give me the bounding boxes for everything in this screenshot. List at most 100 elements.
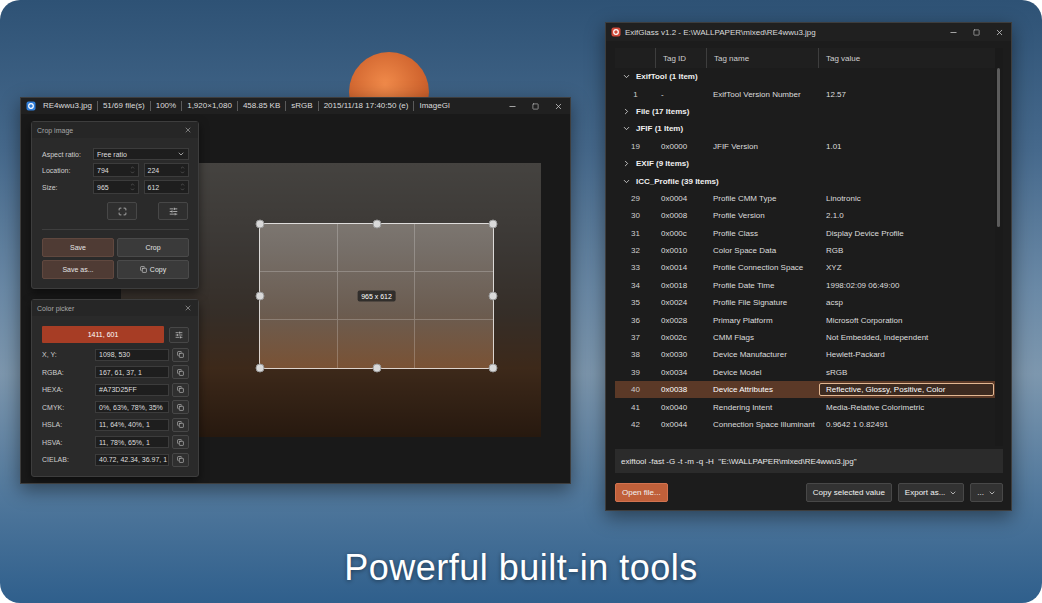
- crop-grid-cell: [260, 272, 338, 320]
- open-file-button[interactable]: Open file...: [615, 483, 668, 502]
- table-row[interactable]: 400x0038Device AttributesReflective, Glo…: [615, 381, 995, 398]
- title-field: 100%: [150, 101, 181, 111]
- close-icon[interactable]: [184, 304, 192, 312]
- copy-button[interactable]: [172, 435, 189, 449]
- spin-input[interactable]: 794: [93, 163, 139, 177]
- header-cell[interactable]: Tag ID: [656, 48, 707, 68]
- maximize-button[interactable]: [524, 103, 547, 110]
- tag-id-cell: 0x0014: [656, 263, 707, 272]
- copy-button[interactable]: [172, 400, 189, 414]
- fit-button[interactable]: [107, 202, 137, 220]
- header-cell[interactable]: Tag value: [819, 48, 995, 68]
- action-button[interactable]: ...: [970, 483, 1003, 502]
- table-row[interactable]: 350x0024Profile File Signatureacsp: [615, 294, 995, 311]
- color-row: CIELAB:40.72, 42.34, 36.97, 1: [42, 452, 189, 467]
- spin-arrows[interactable]: [180, 165, 185, 175]
- table-row[interactable]: 320x0010Color Space DataRGB: [615, 242, 995, 259]
- panel-button[interactable]: Save: [42, 238, 114, 257]
- table-row[interactable]: 410x0040Rendering IntentMedia-Relative C…: [615, 398, 995, 415]
- button-bar: Open file... Copy selected value Export as…: [615, 483, 1003, 502]
- table-row[interactable]: 420x0044Connection Space Illuminant0.964…: [615, 416, 995, 433]
- close-icon[interactable]: [184, 126, 192, 134]
- color-value-field[interactable]: 40.72, 42.34, 36.97, 1: [95, 454, 169, 466]
- spin-arrows[interactable]: [130, 165, 135, 175]
- group-row[interactable]: ExifTool (1 Item): [615, 68, 995, 85]
- spin-input[interactable]: 965: [93, 180, 139, 194]
- table-row[interactable]: 290x0004Profile CMM TypeLinotronic: [615, 190, 995, 207]
- tag-id-cell: 0x0028: [656, 316, 707, 325]
- crop-handle[interactable]: [489, 220, 498, 229]
- action-button[interactable]: Copy selected value: [806, 483, 892, 502]
- group-row[interactable]: ICC_Profile (39 Items): [615, 172, 995, 189]
- color-value-field[interactable]: 167, 61, 37, 1: [95, 366, 169, 378]
- table-row[interactable]: 300x0008Profile Version2.1.0: [615, 207, 995, 224]
- aspect-dropdown[interactable]: Free ratio: [93, 148, 189, 160]
- scrollbar[interactable]: [995, 48, 1003, 446]
- viewer-canvas: 965 x 612Crop imageAspect ratio:Free rat…: [21, 114, 570, 483]
- table-row[interactable]: 340x0018Profile Date Time1998:02:09 06:4…: [615, 277, 995, 294]
- panel-button[interactable]: Save as...: [42, 260, 114, 279]
- copy-button[interactable]: [172, 383, 189, 397]
- table-row[interactable]: 380x0030Device ManufacturerHewlett-Packa…: [615, 346, 995, 363]
- scrollbar-thumb[interactable]: [997, 68, 1000, 227]
- table-row[interactable]: 1-ExifTool Version Number12.57: [615, 85, 995, 102]
- crop-handle[interactable]: [489, 364, 498, 373]
- color-value-field[interactable]: 0%, 63%, 78%, 35%: [95, 401, 169, 413]
- color-value-field[interactable]: #A73D25FF: [95, 384, 169, 396]
- tag-id-cell: -: [656, 90, 707, 99]
- table-row[interactable]: 190x0000JFIF Version1.01: [615, 138, 995, 155]
- table-row[interactable]: 390x0034Device ModelsRGB: [615, 364, 995, 381]
- tag-table-frame: Tag IDTag nameTag valueExifTool (1 Item)…: [615, 48, 1003, 446]
- panel-button[interactable]: Copy: [117, 260, 189, 279]
- crop-handle[interactable]: [256, 220, 265, 229]
- group-row[interactable]: JFIF (1 Item): [615, 120, 995, 137]
- table-row[interactable]: 310x000cProfile ClassDisplay Device Prof…: [615, 225, 995, 242]
- tag-value-cell: 12.57: [819, 88, 994, 101]
- tag-value-cell: Not Embedded, Independent: [819, 331, 994, 344]
- crop-selection[interactable]: 965 x 612: [259, 223, 494, 369]
- crop-handle[interactable]: [372, 220, 381, 229]
- group-row[interactable]: File (17 Items): [615, 103, 995, 120]
- color-picker-panel: Color picker1411, 601X, Y:1098, 530RGBA:…: [31, 299, 199, 477]
- copy-icon: [177, 439, 184, 446]
- maximize-button[interactable]: [965, 29, 988, 36]
- color-value-field[interactable]: 11, 78%, 65%, 1: [95, 436, 169, 448]
- spin-arrows[interactable]: [130, 182, 135, 192]
- tag-name-cell: JFIF Version: [707, 142, 819, 151]
- copy-button[interactable]: [172, 365, 189, 379]
- copy-button[interactable]: [172, 348, 189, 362]
- table-row[interactable]: 370x002cCMM FlagsNot Embedded, Independe…: [615, 329, 995, 346]
- table-row[interactable]: 330x0014Profile Connection SpaceXYZ: [615, 259, 995, 276]
- command-box[interactable]: exiftool -fast -G -t -m -q -H "E:\WALLPA…: [615, 449, 1003, 473]
- settings-button[interactable]: [158, 202, 188, 220]
- color-value-field[interactable]: 1098, 530: [95, 349, 169, 361]
- crop-handle[interactable]: [372, 364, 381, 373]
- index-cell: 29: [615, 194, 656, 203]
- table-row[interactable]: 360x0028Primary PlatformMicrosoft Corpor…: [615, 311, 995, 328]
- crop-handle[interactable]: [489, 292, 498, 301]
- crop-handle[interactable]: [256, 292, 265, 301]
- close-button[interactable]: [547, 102, 570, 111]
- close-icon: [554, 102, 563, 111]
- spin-input[interactable]: 224: [144, 163, 190, 177]
- minimize-button[interactable]: [501, 102, 524, 111]
- minimize-button[interactable]: [942, 28, 965, 37]
- picker-settings-button[interactable]: [169, 327, 189, 343]
- copy-button[interactable]: [172, 418, 189, 432]
- group-row[interactable]: EXIF (9 Items): [615, 155, 995, 172]
- spin-arrows[interactable]: [180, 182, 185, 192]
- arrow-down-icon: [130, 170, 135, 175]
- header-cell[interactable]: Tag name: [707, 48, 819, 68]
- action-button[interactable]: Export as...: [898, 483, 964, 502]
- copy-icon: [140, 266, 147, 273]
- color-label: CIELAB:: [42, 456, 92, 463]
- crop-handle[interactable]: [256, 364, 265, 373]
- tag-name-cell: Profile Version: [707, 211, 819, 220]
- panel-button[interactable]: Crop: [117, 238, 189, 257]
- close-button[interactable]: [988, 28, 1011, 37]
- spin-input[interactable]: 612: [144, 180, 190, 194]
- color-value-field[interactable]: 11, 64%, 40%, 1: [95, 419, 169, 431]
- copy-icon: [177, 369, 184, 376]
- copy-button[interactable]: [172, 453, 189, 467]
- imageglass-logo-icon: [26, 101, 36, 111]
